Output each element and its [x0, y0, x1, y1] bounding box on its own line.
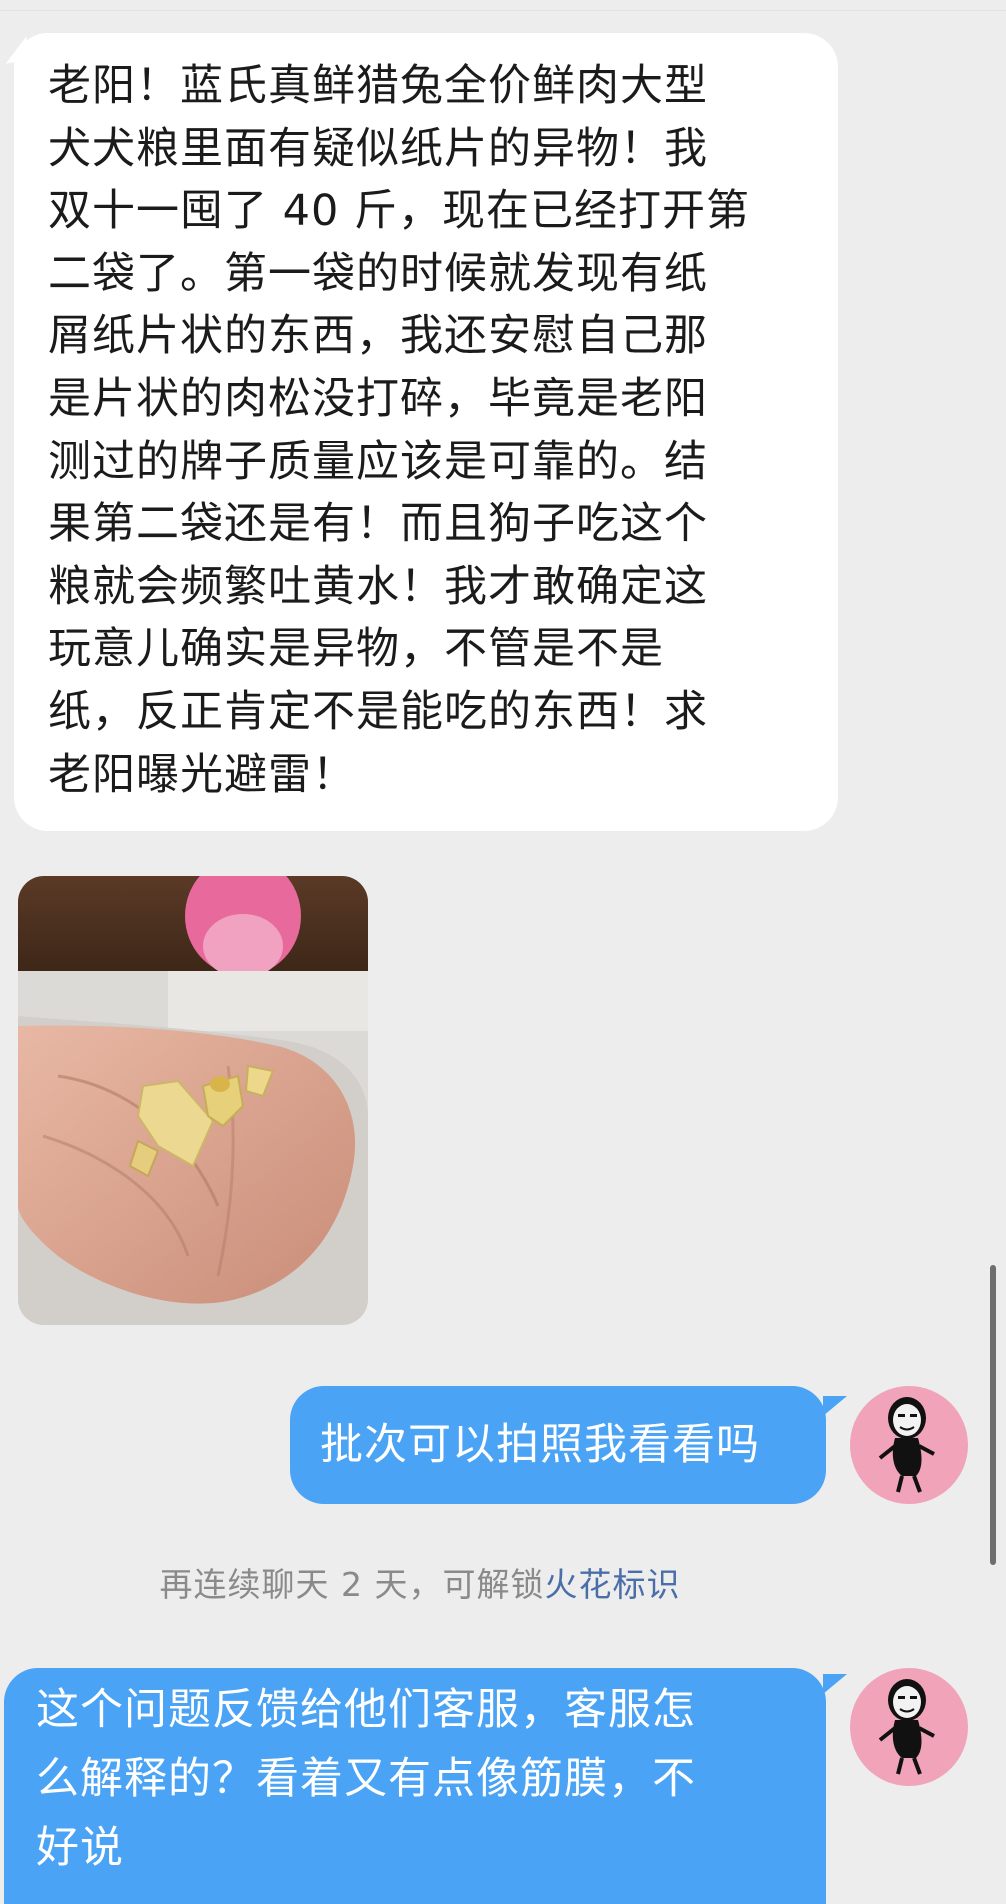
incoming-message-bubble[interactable]: 老阳！蓝氏真鲜猎兔全价鲜肉大型 犬犬粮里面有疑似纸片的异物！我 双十一囤了 40… [14, 33, 838, 831]
chat-scrollbar[interactable] [990, 1265, 996, 1565]
outgoing-message-bubble[interactable]: 批次可以拍照我看看吗 [290, 1386, 826, 1504]
outgoing-message-bubble[interactable]: 这个问题反馈给他们客服，客服怎 么解释的？看着又有点像筋膜，不 好说 [4, 1668, 826, 1904]
top-divider [0, 10, 1006, 11]
hand-with-flakes-image [18, 876, 368, 1325]
incoming-photo-message[interactable] [18, 876, 368, 1325]
user-avatar[interactable] [850, 1668, 968, 1786]
spark-unlock-notice: 再连续聊天 2 天，可解锁火花标识 [0, 1558, 840, 1606]
outgoing-bubble-tail [823, 1674, 847, 1694]
outgoing-bubble-tail [823, 1396, 847, 1416]
spark-badge-link[interactable]: 火花标识 [544, 1565, 680, 1604]
notice-text: 再连续聊天 2 天，可解锁 [159, 1565, 545, 1604]
user-avatar[interactable] [850, 1386, 968, 1504]
meme-face-avatar-icon [878, 1397, 935, 1493]
meme-face-avatar-icon [878, 1679, 935, 1775]
